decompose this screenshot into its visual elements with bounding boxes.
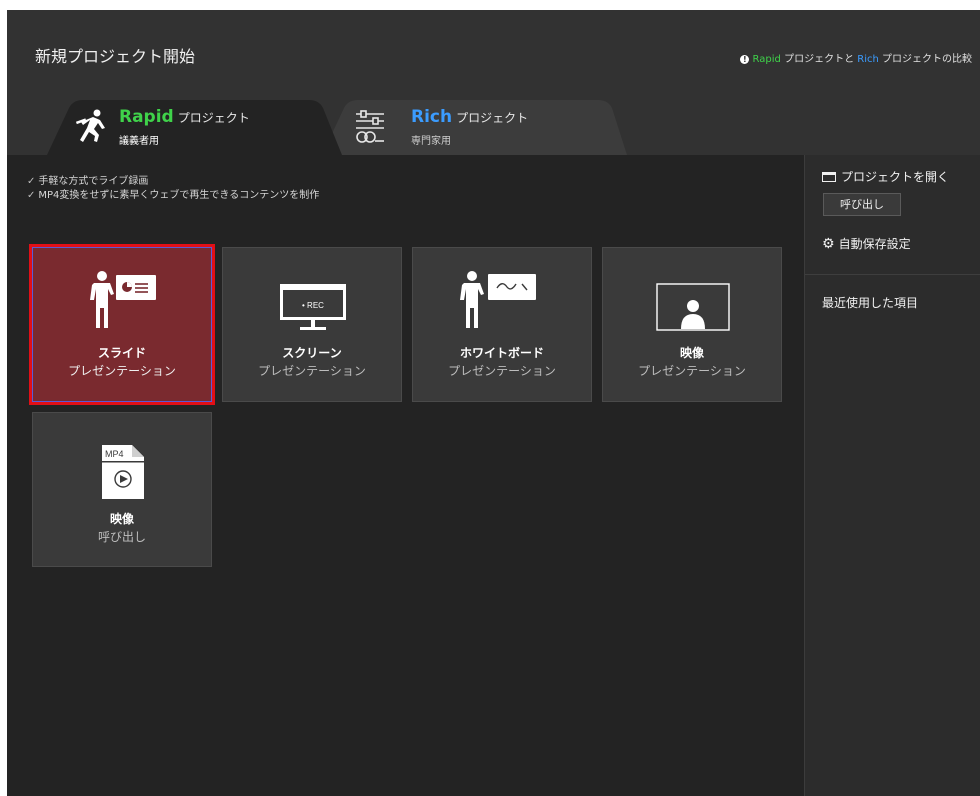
autosave-text: 自動保存設定 xyxy=(838,237,911,251)
rec-label: • REC xyxy=(302,301,324,310)
rapid-runner-icon xyxy=(75,109,105,142)
card-subtitle: プレゼンテーション xyxy=(638,364,746,378)
presenter-whiteboard-icon xyxy=(460,271,536,328)
presenter-slide-icon xyxy=(90,271,156,328)
card-title: 映像 xyxy=(679,346,704,360)
compare-mid-text: プロジェクトと xyxy=(780,54,858,65)
tab-rapid-desc: 議義者用 xyxy=(119,136,159,147)
template-area: ✓ 手軽な方式でライブ録画 ✓ MP4変換をせずに素早くウェブで再生できるコンテンツ… xyxy=(7,155,804,796)
sidebar-divider xyxy=(805,274,980,275)
call-button[interactable]: 呼び出し xyxy=(823,193,901,216)
card-subtitle: プレゼンテーション xyxy=(68,364,176,378)
mp4-label: MP4 xyxy=(105,449,124,459)
card-slide-presentation[interactable]: スライド プレゼンテーション xyxy=(32,247,212,402)
card-title: 映像 xyxy=(109,512,134,526)
monitor-rec-icon: • REC xyxy=(280,284,346,330)
project-start-window: 新規プロジェクト開始 ! Rapid プロジェクトと Rich プロジェクトの比… xyxy=(7,10,980,796)
right-sidebar: プロジェクトを開く 呼び出し ⚙ 自動保存設定 最近使用した項目 xyxy=(804,155,980,796)
card-video-presentation[interactable]: 映像 プレゼンテーション xyxy=(602,247,782,402)
tab-rich-title: Rich プロジェクト xyxy=(411,107,528,127)
card-subtitle: プレゼンテーション xyxy=(448,364,556,378)
tab-rapid-suffix: プロジェクト xyxy=(177,111,250,125)
card-video-import[interactable]: MP4 映像 呼び出し xyxy=(32,412,212,567)
tab-rapid-name: Rapid xyxy=(119,107,174,127)
card-screen-presentation[interactable]: • REC スクリーン プレゼンテーション xyxy=(222,247,402,402)
card-title: ホワイトボード xyxy=(459,346,544,360)
card-subtitle: 呼び出し xyxy=(97,530,146,544)
info-icon: ! xyxy=(740,55,750,64)
card-whiteboard-presentation[interactable]: ホワイトボード プレゼンテーション xyxy=(412,247,592,402)
recent-items-heading: 最近使用した項目 xyxy=(822,296,919,310)
open-project-text: プロジェクトを開く xyxy=(841,170,950,184)
feature-text: MP4変換をせずに素早くウェブで再生できるコンテンツを制作 xyxy=(38,190,320,201)
tab-rapid-project[interactable]: Rapid プロジェクト 議義者用 xyxy=(47,98,342,155)
tab-rich-suffix: プロジェクト xyxy=(456,111,529,125)
compare-rapid-text: Rapid xyxy=(752,54,781,65)
page-title: 新規プロジェクト開始 xyxy=(35,47,196,66)
tab-rich-desc: 専門家用 xyxy=(411,136,451,147)
open-project-label: プロジェクトを開く xyxy=(822,168,949,185)
tab-rich-name: Rich xyxy=(411,107,453,127)
autosave-settings[interactable]: ⚙ 自動保存設定 xyxy=(822,235,911,252)
video-frame-person-icon xyxy=(656,283,730,331)
card-subtitle: プレゼンテーション xyxy=(258,364,366,378)
folder-icon xyxy=(822,172,836,182)
compare-suffix-text: プロジェクトの比較 xyxy=(878,54,972,65)
gear-icon: ⚙ xyxy=(822,236,835,252)
check-icon: ✓ xyxy=(27,190,36,201)
tab-rapid-title: Rapid プロジェクト xyxy=(119,107,250,127)
project-compare-link[interactable]: ! Rapid プロジェクトと Rich プロジェクトの比較 xyxy=(740,50,972,65)
rich-settings-icon xyxy=(356,110,384,143)
mp4-file-icon: MP4 xyxy=(102,445,144,499)
card-title: スライド xyxy=(97,346,146,360)
compare-rich-text: Rich xyxy=(857,54,879,65)
card-title: スクリーン xyxy=(282,346,342,360)
feature-item: ✓ MP4変換をせずに素早くウェブで再生できるコンテンツを制作 xyxy=(27,186,319,201)
feature-item: ✓ 手軽な方式でライブ録画 xyxy=(27,172,148,187)
tab-rich-project[interactable]: Rich プロジェクト 専門家用 xyxy=(322,98,627,155)
